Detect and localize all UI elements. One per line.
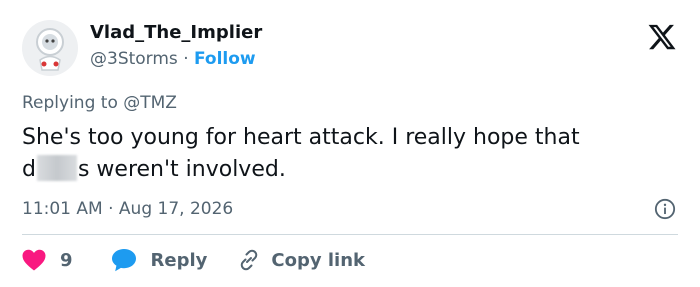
like-count: 9 bbox=[60, 249, 73, 271]
tweet-text-line-2-end: s weren't involved. bbox=[77, 157, 286, 182]
tweet-text-line-2-start: d bbox=[22, 157, 36, 182]
reply-context-prefix: Replying to bbox=[22, 93, 124, 113]
info-icon[interactable] bbox=[654, 198, 676, 220]
avatar-image bbox=[22, 20, 78, 76]
reply-button[interactable]: Reply bbox=[111, 248, 208, 272]
divider bbox=[22, 234, 678, 235]
action-bar: 9 Reply Copy link bbox=[22, 245, 365, 275]
like-button[interactable]: 9 bbox=[22, 249, 73, 271]
redaction-blur bbox=[36, 155, 77, 181]
reply-label: Reply bbox=[150, 249, 208, 271]
timestamp-time: 11:01 AM bbox=[22, 199, 103, 219]
tweet-text-line-2: d s weren't involved. bbox=[22, 154, 682, 186]
meta-separator: · bbox=[183, 49, 189, 69]
heart-icon bbox=[22, 249, 46, 271]
follow-button[interactable]: Follow bbox=[194, 49, 256, 69]
reply-context: Replying to @TMZ bbox=[22, 91, 177, 115]
user-handle[interactable]: @3Storms bbox=[90, 49, 178, 69]
timestamp-date: Aug 17, 2026 bbox=[118, 199, 234, 219]
tweet-text: She's too young for heart attack. I real… bbox=[22, 122, 682, 186]
timestamp-separator: · bbox=[108, 199, 114, 219]
timestamp[interactable]: 11:01 AM · Aug 17, 2026 bbox=[22, 197, 233, 221]
tweet-text-line-1: She's too young for heart attack. I real… bbox=[22, 125, 580, 150]
x-logo-icon[interactable] bbox=[646, 22, 678, 52]
reply-bubble-icon bbox=[111, 249, 136, 272]
copy-link-button[interactable]: Copy link bbox=[237, 248, 365, 272]
copy-link-label: Copy link bbox=[271, 249, 365, 271]
link-icon bbox=[241, 249, 258, 271]
reply-context-handle[interactable]: @TMZ bbox=[123, 93, 177, 113]
user-meta: @3Storms · Follow bbox=[90, 47, 256, 71]
user-display-name[interactable]: Vlad_The_Implier bbox=[90, 21, 262, 45]
avatar[interactable] bbox=[22, 20, 78, 76]
